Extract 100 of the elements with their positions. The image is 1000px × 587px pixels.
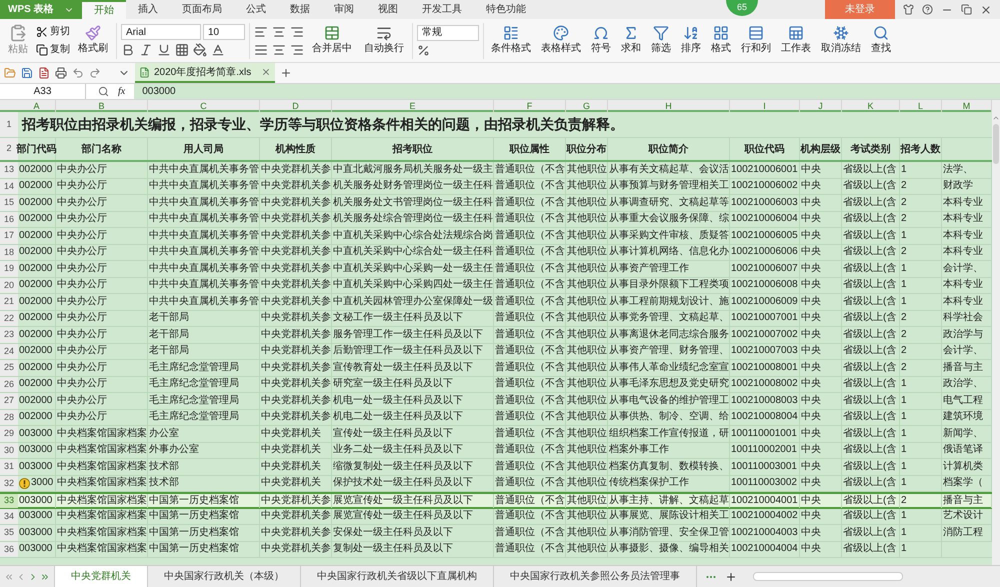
row-header[interactable]: 18	[0, 244, 18, 260]
row-header[interactable]: 35	[0, 525, 18, 540]
close-icon[interactable]	[980, 4, 992, 16]
add-sheet-icon[interactable]	[725, 570, 737, 582]
row-header[interactable]: 20	[0, 278, 18, 293]
table-row[interactable]: 19 002000 中央办公厅 中共中央直属机关事务管 中央党群机关参 中直机关采购中心采购一处一级主任 普通职位（不含 其他职位 从事资产管理工作 100210006007 中央 省级以上(含 1 会计学、	[0, 261, 992, 278]
menu-tab[interactable]: 审阅	[322, 0, 366, 19]
cut-button[interactable]: 剪切	[36, 24, 70, 39]
column-header[interactable]: L	[900, 100, 942, 112]
row-header[interactable]: 27	[0, 393, 18, 408]
row-header[interactable]: 26	[0, 376, 18, 392]
zoom-icon[interactable]	[98, 86, 109, 97]
table-row[interactable]: 23 002000 中央办公厅 老干部局 中央党群机关参 服务管理工作一级主任科员及以下 普通职位（不含 其他职位 从事离退休老同志综合服务 100210007002 中央 省级以上(含 2 政治学与	[0, 327, 992, 344]
ribbon-button[interactable]: 查找	[868, 25, 894, 56]
table-row[interactable]: 16 002000 中央办公厅 中共中央直属机关事务管 中央党群机关参 机关服务处综合管理岗位一级主任科 普通职位（不含 其他职位 从事重大会议服务保障、综 100210006004 中央 省级以上(含 2 本科专业	[0, 212, 992, 228]
column-header[interactable]: J	[800, 100, 842, 112]
pdf-icon[interactable]	[38, 67, 50, 79]
align-right-icon[interactable]	[290, 42, 304, 56]
ribbon-button[interactable]: 条件格式	[488, 25, 534, 56]
fill-color-icon[interactable]	[193, 43, 207, 57]
align-left-icon[interactable]	[254, 24, 268, 38]
table-row[interactable]: 30 003000 中央档案馆国家档案 外事办公室 中央党群机关 业务二处一级主任科员及以下 普通职位（不含 其他职位 档案外事工作 100110002001 中央 省级以上(含 1 俄语笔译	[0, 442, 992, 459]
number-format-field[interactable]: 常规	[417, 24, 479, 40]
column-header[interactable]: F	[494, 100, 566, 112]
menu-tab[interactable]: 插入	[126, 0, 170, 19]
table-row[interactable]: 22 002000 中央办公厅 老干部局 中央党群机关参 文秘工作一级主任科员及以下 普通职位（不含 其他职位 从事党务管理、文稿起草、 100210007001 中央 省级以上(含 2 科学社会	[0, 310, 992, 327]
table-row[interactable]: 18 002000 中央办公厅 中共中央直属机关事务管 中央党群机关参 中直机关采购中心综合处一级主任科 普通职位（不含 其他职位 从事计算机网络、信息化办 100210006006 中央 省级以上(含 2 本科专业	[0, 244, 992, 261]
close-icon[interactable]	[261, 67, 271, 77]
column-header[interactable]: A	[18, 100, 56, 112]
format-painter-button[interactable]: 格式刷	[74, 25, 112, 56]
row-header[interactable]: 19	[0, 261, 18, 276]
table-row[interactable]: 29 003000 中央档案馆国家档案 办公室 中央党群机关 宣传处一级主任科员及以下 普通职位（不含 其他职位 组织档案工作宣传报道，研 100110001001 中央 省级以上(含 1 新闻学、	[0, 426, 992, 442]
row-header[interactable]: 2	[0, 138, 18, 160]
table-row[interactable]: 27 002000 中央办公厅 毛主席纪念堂管理局 中央党群机关参 机电一处一级主任科员及以下 普通职位（不含 其他职位 从事电气设备的维护管理工 100210008003 中央 省级以上(含 1 电气工程	[0, 393, 992, 410]
ribbon-button[interactable]: 符号	[588, 25, 614, 56]
column-header[interactable]: G	[566, 100, 608, 112]
row-header[interactable]: 17	[0, 228, 18, 244]
column-header[interactable]: I	[730, 100, 800, 112]
ribbon-button[interactable]: 求和	[618, 25, 644, 56]
help-icon[interactable]	[922, 4, 933, 15]
warning-icon[interactable]	[19, 478, 30, 489]
print-icon[interactable]	[55, 67, 67, 79]
shirt-icon[interactable]	[903, 4, 914, 15]
row-header[interactable]: 24	[0, 344, 18, 359]
vertical-scrollbar[interactable]	[992, 100, 1000, 565]
table-row[interactable]: 13 002000 中央办公厅 中共中央直属机关事务管 中央党群机关参 中直北戴河服务局机关服务处一级主 普通职位（不含 其他职位 从事有关文稿起草、会议活 100210006001 中央 省级以上(含 1 法学、	[0, 162, 992, 178]
font-name-field[interactable]: Arial	[121, 24, 201, 40]
wrap-text-button[interactable]: 自动换行	[360, 25, 408, 56]
menu-tab[interactable]: 开始	[82, 0, 126, 19]
row-header[interactable]: 33	[0, 494, 18, 508]
align-center-icon[interactable]	[272, 24, 286, 38]
name-box[interactable]: A33	[0, 84, 86, 99]
sheet-tab[interactable]: 中央国家行政机关（本级）	[148, 566, 301, 587]
merge-center-button[interactable]: 合并居中	[308, 25, 356, 56]
menu-tab[interactable]: 页面布局	[170, 0, 234, 19]
ribbon-button[interactable]: 排序	[678, 25, 704, 56]
ribbon-button[interactable]: 行和列	[738, 25, 774, 56]
menu-tab[interactable]: 视图	[366, 0, 410, 19]
underline-icon[interactable]	[157, 43, 171, 57]
italic-icon[interactable]	[139, 43, 153, 57]
row-header[interactable]: 23	[0, 327, 18, 342]
scroll-up-icon[interactable]	[992, 114, 1000, 122]
font-color-icon[interactable]	[211, 43, 225, 57]
restore-icon[interactable]	[961, 4, 972, 15]
justify-icon[interactable]	[254, 42, 268, 56]
menu-tab[interactable]: 特色功能	[474, 0, 538, 19]
align-right-icon[interactable]	[290, 24, 304, 38]
column-header[interactable]: E	[332, 100, 494, 112]
table-row[interactable]: 35 003000 中央档案馆国家档案 中国第一历史档案馆 中央党群机关参 安保处一级主任科员及以下 普通职位（不含 其他职位 从事消防管理、安全保卫管 100210004003 中央 省级以上(含 1 消防工程	[0, 525, 992, 542]
table-row[interactable]: 34 003000 中央档案馆国家档案 中国第一历史档案馆 中央党群机关参 展览宣传处一级主任科员及以下 普通职位（不含 其他职位 从事展览、展陈设计相关工 100210004002 中央 省级以上(含 1 艺术设计	[0, 508, 992, 525]
row-header[interactable]: 15	[0, 195, 18, 210]
row-header[interactable]: 1	[0, 112, 18, 137]
percent-icon[interactable]	[417, 44, 430, 56]
row-header[interactable]: 28	[0, 410, 18, 425]
formula-field[interactable]: 003000	[134, 84, 1000, 99]
table-row[interactable]: 24 002000 中央办公厅 老干部局 中央党群机关参 后勤管理工作一级主任科员及以下 普通职位（不含 其他职位 从事资产管理、财务管理、 100210007003 中央 省级以上(含 2 会计学、	[0, 344, 992, 360]
row-header[interactable]: 22	[0, 310, 18, 326]
table-row[interactable]: 33 003000 中央档案馆国家档案 中国第一历史档案馆 中央党群机关参 展览宣传处一级主任科员及以下 普通职位（不含 其他职位 从事主持、讲解、文稿起草 100210004001 中央 省级以上(含 2 播音与主	[0, 492, 992, 508]
column-header[interactable]: K	[842, 100, 900, 112]
column-header[interactable]: H	[608, 100, 730, 112]
table-row[interactable]: 26 002000 中央办公厅 毛主席纪念堂管理局 中央党群机关参 研究室一级主任科员及以下 普通职位（不含 其他职位 从事毛泽东思想及党史研究 100210008002 中央 省级以上(含 1 政治学、	[0, 376, 992, 393]
row-header[interactable]: 14	[0, 178, 18, 194]
table-row[interactable]: 36 003000 中央档案馆国家档案 中国第一历史档案馆 中央党群机关参 复制处一级主任科员及以下 普通职位（不含 其他职位 从事摄影、摄像、编导相关 100210004004 中央 省级以上(含 1	[0, 542, 992, 558]
table-row[interactable]: 25 002000 中央办公厅 毛主席纪念堂管理局 中央党群机关参 宣传教育处一级主任科员及以下 普通职位（不含 其他职位 从事伟人革命业绩纪念室宣 100210008001 中央 省级以上(含 2 播音与主	[0, 360, 992, 376]
row-header[interactable]: 25	[0, 360, 18, 376]
table-row[interactable]: 14 002000 中央办公厅 中共中央直属机关事务管 中央党群机关参 机关服务处财务管理岗位一级主任科 普通职位（不含 其他职位 从事预算与财务管理相关工 100210006002 中央 省级以上(含 2 财政学	[0, 178, 992, 195]
ribbon-button[interactable]: 格式	[708, 25, 734, 56]
row-header[interactable]: 30	[0, 442, 18, 458]
sheet-tab[interactable]: 中央国家行政机关省级以下直属机构	[301, 566, 494, 587]
column-header[interactable]: D	[260, 100, 332, 112]
row-header[interactable]: 16	[0, 212, 18, 227]
sheet-tab[interactable]: 中央党群机关	[54, 566, 148, 587]
ribbon-button[interactable]: 筛选	[648, 25, 674, 56]
row-header[interactable]: 34	[0, 508, 18, 524]
document-tab[interactable]: 2020年度招考简章.xls	[135, 63, 275, 83]
row-header[interactable]: 36	[0, 542, 18, 557]
menu-tab[interactable]: 公式	[234, 0, 278, 19]
font-size-field[interactable]: 10	[203, 24, 245, 40]
menu-tab[interactable]: 开发工具	[410, 0, 474, 19]
row-header[interactable]: 29	[0, 426, 18, 442]
